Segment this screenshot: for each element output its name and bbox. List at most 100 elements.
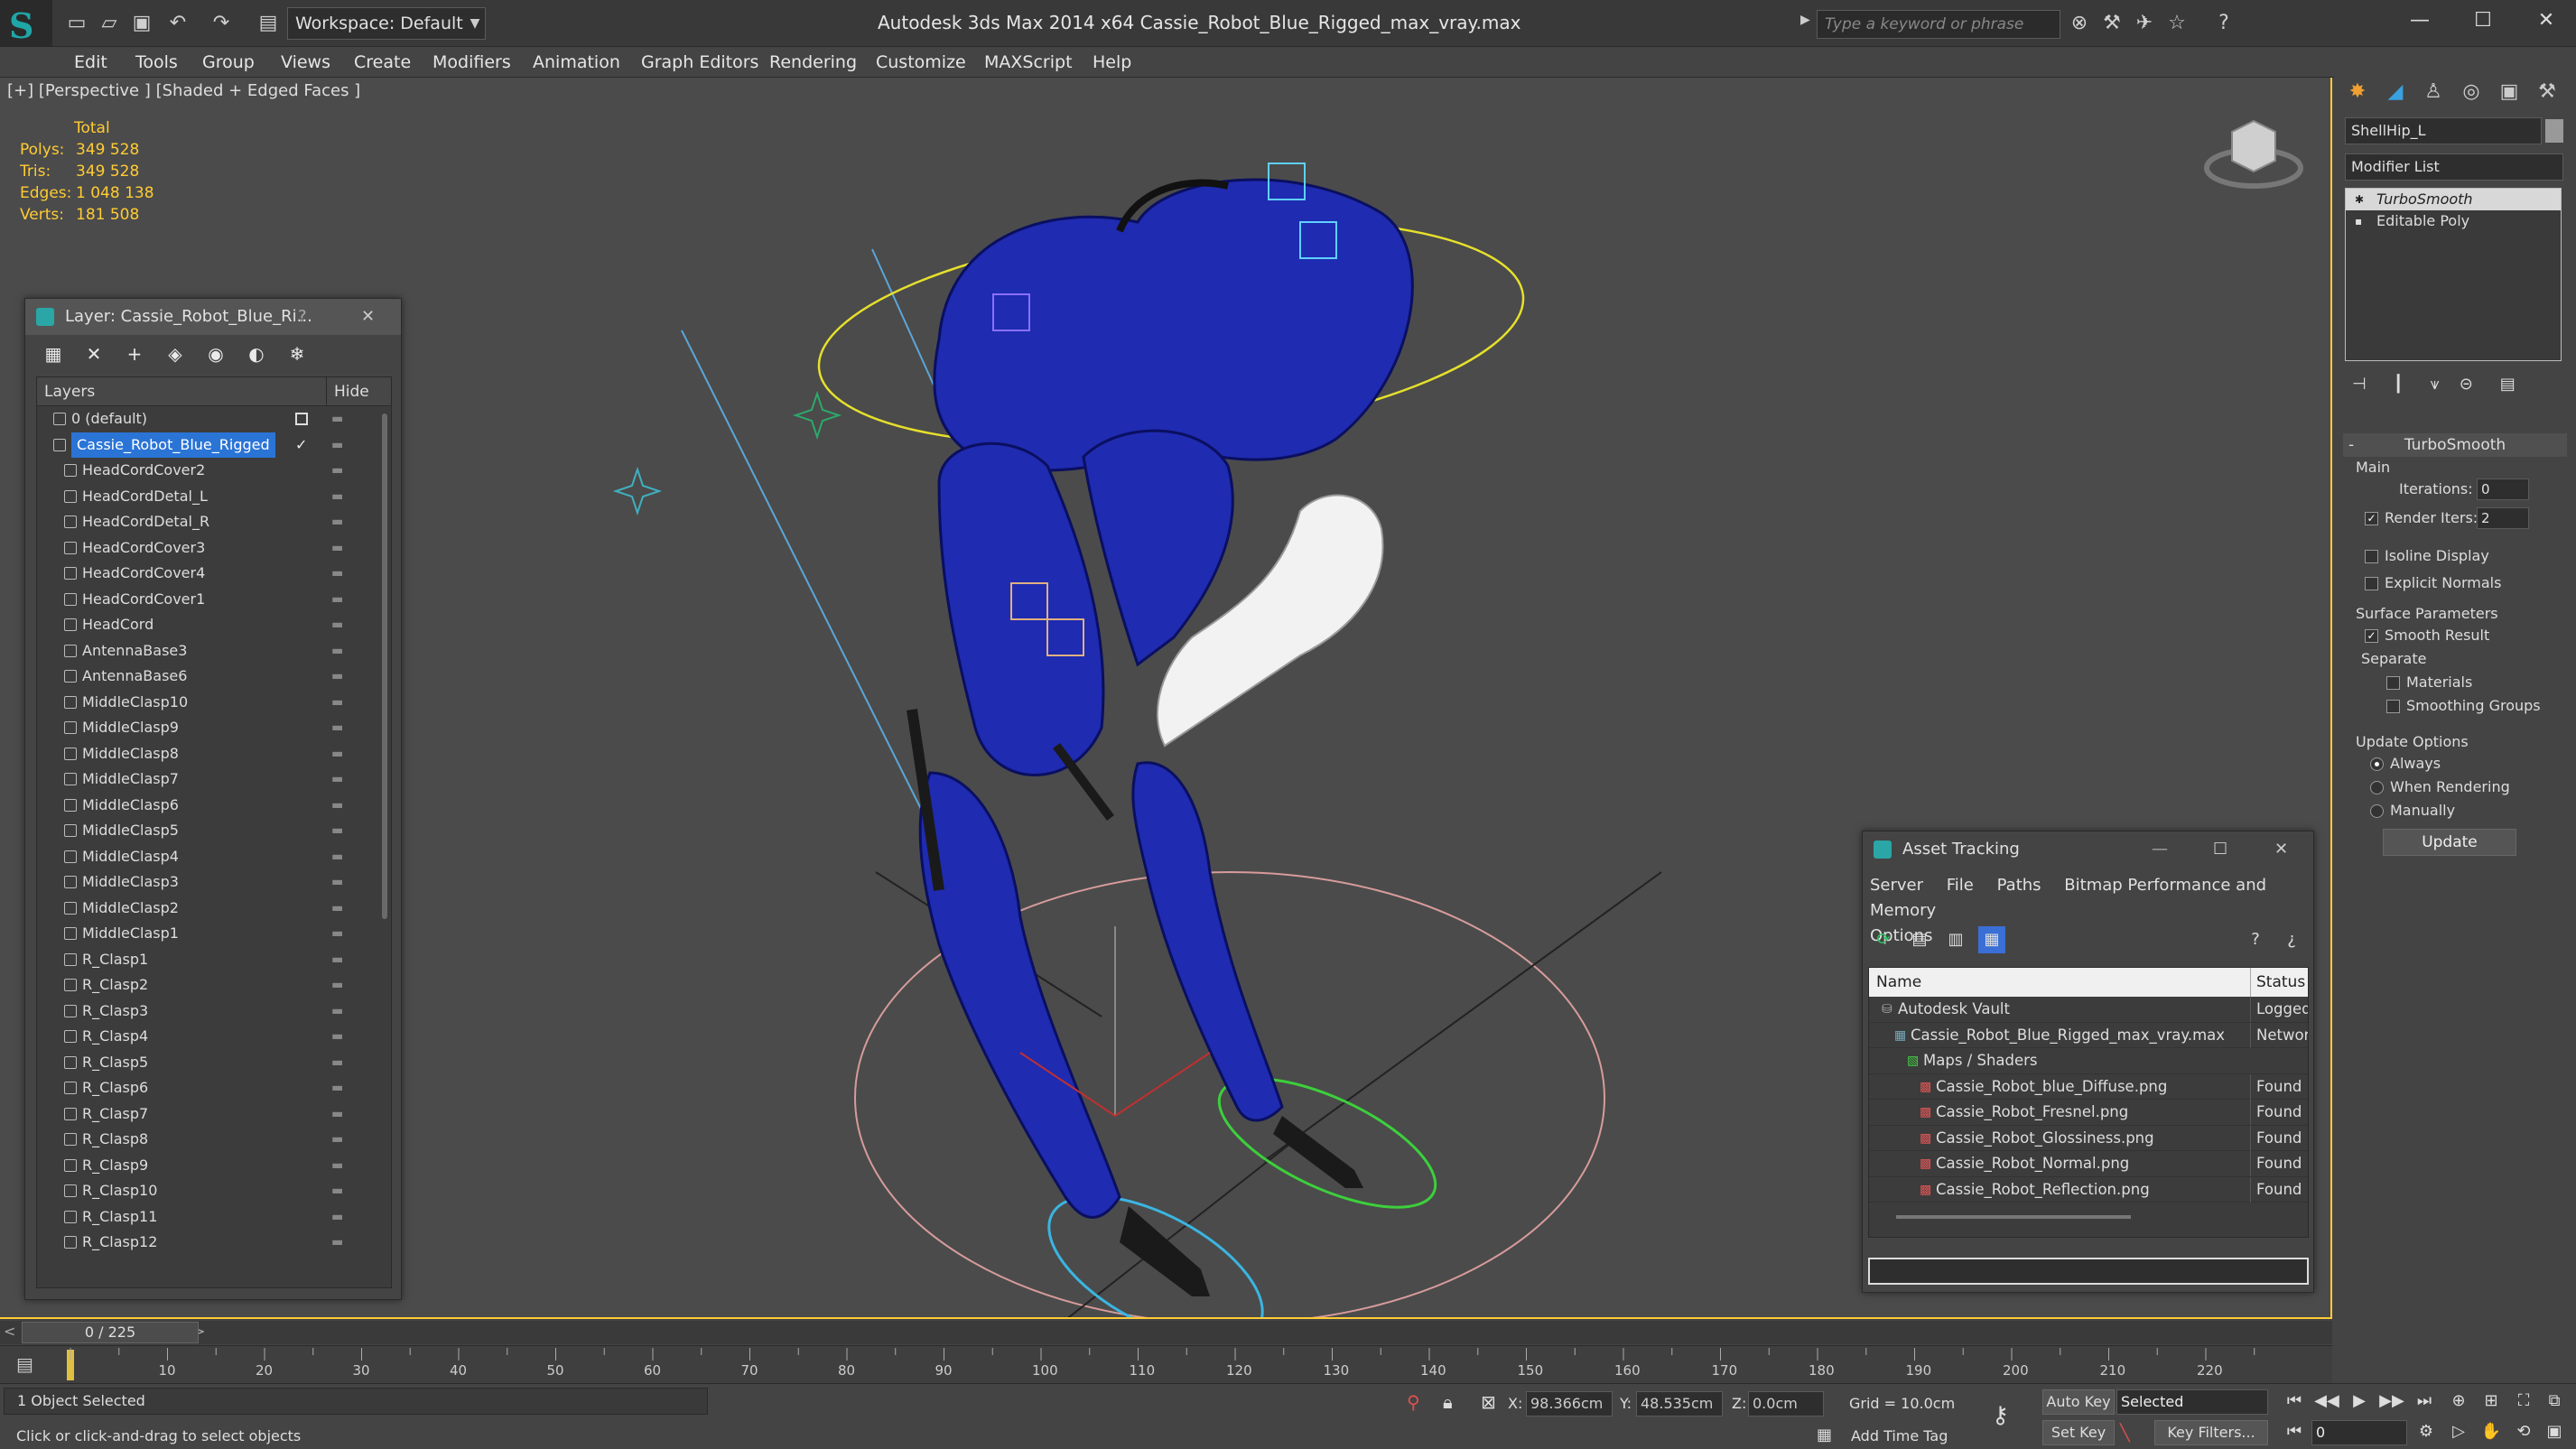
previous-key-icon[interactable]: ◀◀ bbox=[2311, 1388, 2342, 1415]
hide-toggle-icon[interactable]: ▬ bbox=[331, 1024, 343, 1049]
layer-name[interactable]: R_Clasp3 bbox=[82, 999, 148, 1024]
favorites-icon[interactable]: ☆ bbox=[2162, 8, 2192, 39]
layer-name[interactable]: AntennaBase6 bbox=[82, 664, 187, 689]
menu-maxscript[interactable]: MAXScript bbox=[984, 47, 1073, 78]
menu-tools[interactable]: Tools bbox=[135, 47, 178, 78]
hide-toggle-icon[interactable]: ▬ bbox=[331, 484, 343, 509]
workspace-dropdown[interactable]: Workspace: Default bbox=[287, 7, 486, 40]
layer-name[interactable]: MiddleClasp10 bbox=[82, 690, 188, 715]
turbosmooth-rollout[interactable]: - TurboSmooth bbox=[2343, 433, 2567, 457]
go-to-start-icon[interactable]: ⏮ bbox=[2279, 1388, 2310, 1415]
highlight-layer-icon[interactable]: ◉ bbox=[202, 340, 229, 367]
play-icon[interactable]: ▶ bbox=[2344, 1388, 2375, 1415]
materials-checkbox[interactable]: Materials bbox=[2386, 673, 2472, 691]
go-to-end-icon[interactable]: ⏭ bbox=[2409, 1388, 2440, 1415]
x-coordinate-field[interactable]: 98.366cm bbox=[1526, 1391, 1613, 1416]
hide-toggle-icon[interactable]: ▬ bbox=[331, 1101, 343, 1127]
asset-row[interactable]: ▩ Cassie_Robot_Reflection.png Found bbox=[1869, 1176, 2308, 1203]
maximize-icon[interactable]: ☐ bbox=[2451, 0, 2515, 43]
time-config-icon[interactable]: ⚙ bbox=[2411, 1418, 2441, 1445]
asset-path-field[interactable] bbox=[1868, 1258, 2309, 1285]
key-mode-toggle-icon[interactable]: ⏮ bbox=[2279, 1418, 2310, 1445]
layer-row[interactable]: MiddleClasp8 ▬ bbox=[37, 741, 391, 767]
hide-toggle-icon[interactable]: ▬ bbox=[331, 947, 343, 972]
layer-row[interactable]: MiddleClasp2 ▬ bbox=[37, 896, 391, 922]
project-folder-icon[interactable]: ▤ bbox=[253, 8, 284, 39]
hide-toggle-icon[interactable]: ▬ bbox=[331, 664, 343, 689]
collapse-icon[interactable]: - bbox=[2348, 433, 2354, 457]
stack-item-editable-poly[interactable]: ▪ Editable Poly bbox=[2346, 210, 2561, 232]
menu-modifiers[interactable]: Modifiers bbox=[432, 47, 511, 78]
hide-toggle-icon[interactable]: ▬ bbox=[331, 869, 343, 895]
checkbox[interactable] bbox=[2386, 676, 2400, 690]
layer-name[interactable]: R_Clasp12 bbox=[82, 1230, 157, 1255]
layer-name[interactable]: R_Clasp2 bbox=[82, 972, 148, 998]
layer-row[interactable]: HeadCordCover1 ▬ bbox=[37, 587, 391, 613]
search-expand-icon[interactable]: ▶ bbox=[1800, 13, 1810, 27]
y-coordinate-field[interactable]: 48.535cm bbox=[1636, 1391, 1723, 1416]
radio-selected[interactable] bbox=[2370, 757, 2384, 771]
hide-toggle-icon[interactable]: ▬ bbox=[331, 1127, 343, 1152]
save-file-icon[interactable]: ▣ bbox=[126, 8, 157, 39]
add-time-tag[interactable]: Add Time Tag bbox=[1851, 1427, 1948, 1444]
motion-tab-icon[interactable]: ◎ bbox=[2453, 76, 2489, 108]
minimize-icon[interactable]: — bbox=[2388, 0, 2451, 43]
table-view-icon[interactable]: ▦ bbox=[1978, 926, 2005, 953]
asset-menu-paths[interactable]: Paths bbox=[1997, 876, 2041, 895]
layer-name[interactable]: MiddleClasp9 bbox=[82, 715, 179, 740]
layer-row[interactable]: MiddleClasp4 ▬ bbox=[37, 844, 391, 870]
radio[interactable] bbox=[2370, 781, 2384, 794]
hide-toggle-icon[interactable]: ▬ bbox=[331, 1204, 343, 1230]
layer-row[interactable]: MiddleClasp7 ▬ bbox=[37, 766, 391, 793]
hide-toggle-icon[interactable]: ▬ bbox=[331, 818, 343, 843]
viewcube-icon[interactable] bbox=[2231, 119, 2276, 173]
object-name-field[interactable]: ShellHip_L bbox=[2345, 117, 2542, 144]
show-end-result-icon[interactable]: ┃ bbox=[2394, 375, 2404, 394]
robot-thigh-left[interactable] bbox=[937, 441, 1105, 776]
search-input[interactable]: Type a keyword or phrase bbox=[1817, 10, 2060, 39]
hide-toggle-icon[interactable]: ▬ bbox=[331, 844, 343, 869]
app-logo[interactable]: S bbox=[0, 0, 52, 47]
layer-name[interactable]: MiddleClasp5 bbox=[82, 818, 179, 843]
hide-toggle-icon[interactable]: ▬ bbox=[331, 432, 343, 458]
current-layer-icon[interactable] bbox=[295, 413, 308, 425]
undo-icon[interactable]: ↶ bbox=[163, 8, 193, 39]
menu-group[interactable]: Group bbox=[202, 47, 255, 78]
asset-tracking-window[interactable]: Asset Tracking — ☐ ✕ Server File Paths B… bbox=[1862, 831, 2314, 1293]
checkbox[interactable] bbox=[2365, 577, 2378, 590]
close-icon[interactable]: ✕ bbox=[2274, 831, 2288, 868]
hide-all-icon[interactable]: ◐ bbox=[243, 340, 270, 367]
layer-row[interactable]: R_Clasp6 ▬ bbox=[37, 1075, 391, 1101]
render-iters-spinner[interactable]: 2 bbox=[2477, 507, 2529, 529]
asset-row[interactable]: ▩ Cassie_Robot_blue_Diffuse.png Found bbox=[1869, 1073, 2308, 1100]
expand-icon[interactable]: ▪ bbox=[2355, 210, 2362, 232]
hide-toggle-icon[interactable]: ▬ bbox=[331, 999, 343, 1024]
layer-row[interactable]: AntennaBase3 ▬ bbox=[37, 638, 391, 664]
help-icon[interactable]: ? bbox=[298, 299, 307, 335]
communication-icon[interactable]: ✈ bbox=[2129, 8, 2160, 39]
smoothing-groups-checkbox[interactable]: Smoothing Groups bbox=[2386, 697, 2541, 714]
remove-modifier-icon[interactable]: ⊝ bbox=[2460, 375, 2473, 394]
render-iters-checkbox[interactable]: ✓ Render Iters: bbox=[2365, 509, 2478, 526]
layer-explorer-window[interactable]: Layer: Cassie_Robot_Blue_Ri... ? ✕ ▦ ✕ +… bbox=[24, 298, 402, 1300]
hide-toggle-icon[interactable]: ▬ bbox=[331, 587, 343, 612]
minimize-icon[interactable]: — bbox=[2152, 831, 2168, 868]
layer-name[interactable]: HeadCordCover4 bbox=[82, 561, 205, 586]
key-filters-button[interactable]: Key Filters... bbox=[2154, 1420, 2268, 1445]
detail-view-icon[interactable]: ▥ bbox=[1942, 926, 1969, 953]
layer-name[interactable]: MiddleClasp8 bbox=[82, 741, 179, 766]
checkbox-checked[interactable]: ✓ bbox=[2365, 512, 2378, 525]
context-help-icon[interactable]: ¿ bbox=[2278, 926, 2305, 953]
hide-toggle-icon[interactable]: ▬ bbox=[331, 535, 343, 561]
layer-row[interactable]: R_Clasp11 ▬ bbox=[37, 1204, 391, 1231]
header-layers[interactable]: Layers bbox=[44, 377, 95, 406]
hide-toggle-icon[interactable]: ▬ bbox=[331, 458, 343, 483]
hide-toggle-icon[interactable]: ▬ bbox=[331, 896, 343, 921]
layer-list[interactable]: Layers Hide 0 (default) ▬ Cassie_Robot_Blu… bbox=[36, 376, 392, 1288]
asset-table[interactable]: Name Status ⛁ Autodesk Vault Logged ▦ Cassie… bbox=[1868, 967, 2309, 1238]
layer-row[interactable]: MiddleClasp10 ▬ bbox=[37, 690, 391, 716]
zoom-extents-all-icon[interactable]: ⧉ bbox=[2539, 1388, 2570, 1415]
layer-name[interactable]: HeadCordDetal_R bbox=[82, 509, 209, 534]
modify-tab-icon[interactable]: ◢ bbox=[2377, 76, 2413, 108]
iterations-spinner[interactable]: 0 bbox=[2477, 478, 2529, 500]
